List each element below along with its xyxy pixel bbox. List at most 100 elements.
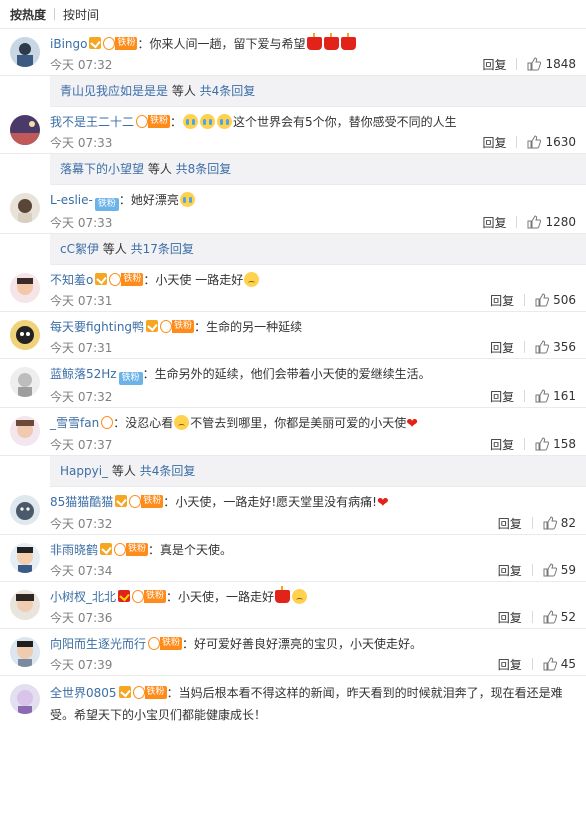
avatar[interactable]: [10, 684, 40, 714]
fan-badge-icon: 铁粉: [109, 273, 144, 286]
comment-separator: ：: [170, 115, 183, 129]
reply-button[interactable]: 回复: [490, 436, 514, 453]
sub-reply-summary[interactable]: 落幕下的小望望 等人 共8条回复: [50, 154, 586, 185]
username[interactable]: _雪雪fan: [50, 416, 99, 430]
like-button[interactable]: 161: [535, 389, 576, 403]
like-count: 158: [553, 437, 576, 451]
sub-reply-mid: 等人: [108, 464, 140, 478]
like-count: 1848: [545, 57, 576, 71]
comment-time: 今天 07:31: [50, 340, 113, 355]
like-count: 45: [560, 657, 576, 671]
avatar[interactable]: [10, 637, 40, 667]
avatar[interactable]: [10, 115, 40, 145]
like-button[interactable]: 1280: [527, 215, 576, 229]
reply-button[interactable]: 回复: [498, 562, 522, 579]
fan-badge-label: 铁粉: [144, 686, 167, 699]
like-button[interactable]: 45: [543, 657, 576, 671]
fan-badge-label: 铁粉: [144, 590, 167, 603]
avatar[interactable]: [10, 416, 40, 446]
sub-reply-summary[interactable]: cC絮伊 等人 共17条回复: [50, 234, 586, 265]
sub-reply-user[interactable]: 青山见我应如是是是: [60, 84, 168, 98]
username[interactable]: 全世界0805: [50, 686, 117, 700]
sub-reply-count-link[interactable]: 共4条回复: [140, 464, 196, 478]
like-button[interactable]: 52: [543, 610, 576, 624]
username[interactable]: 蓝鲸落52Hz: [50, 367, 117, 381]
like-count: 161: [553, 389, 576, 403]
candle-emoji-icon: [275, 586, 291, 603]
like-button[interactable]: 1848: [527, 57, 576, 71]
fan-badge-label: 铁粉: [172, 320, 195, 333]
sub-reply-count-link[interactable]: 共17条回复: [131, 242, 194, 256]
comment-separator: ：: [163, 495, 176, 509]
sub-reply-user[interactable]: 落幕下的小望望: [60, 162, 144, 176]
sub-reply-count-link[interactable]: 共8条回复: [176, 162, 232, 176]
sort-by-time-tab[interactable]: 按时间: [63, 6, 99, 23]
like-button[interactable]: 506: [535, 293, 576, 307]
sub-reply-user[interactable]: cC絮伊: [60, 242, 99, 256]
avatar[interactable]: [10, 193, 40, 223]
username[interactable]: 不知羞o: [50, 273, 93, 287]
like-button[interactable]: 59: [543, 563, 576, 577]
comment-item: 小树杈_北北 铁粉 ：小天使，一路走好 今天 07:36 回复 52: [0, 582, 586, 629]
sub-reply-summary[interactable]: 青山见我应如是是是 等人 共4条回复: [50, 76, 586, 107]
thumbs-up-icon: [527, 57, 542, 71]
comment-text: 小天使，一路走好!愿天堂里没有病痛!: [175, 495, 377, 509]
comment-item: 全世界0805 铁粉 ：当妈后根本看不得这样的新闻，昨天看到的时候就泪奔了，现在看还…: [0, 676, 586, 726]
like-button[interactable]: 82: [543, 516, 576, 530]
reply-button[interactable]: 回复: [498, 609, 522, 626]
sub-reply-user[interactable]: Happyi_: [60, 464, 108, 478]
username[interactable]: 每天要fighting鸭: [50, 320, 144, 334]
comment-time: 今天 07:36: [50, 610, 113, 625]
username[interactable]: 非雨晓鹤: [50, 543, 98, 557]
fan-badge-icon: [101, 416, 114, 429]
avatar[interactable]: [10, 590, 40, 620]
reply-button[interactable]: 回复: [482, 214, 506, 231]
fan-badge-icon: 铁粉: [160, 320, 195, 333]
username[interactable]: L-eslie-: [50, 193, 93, 207]
username[interactable]: iBingo: [50, 37, 87, 51]
reply-button[interactable]: 回复: [490, 388, 514, 405]
like-button[interactable]: 1630: [527, 135, 576, 149]
username[interactable]: 向阳而生逐光而行: [50, 637, 146, 651]
action-divider: [516, 216, 518, 228]
action-divider: [516, 136, 518, 148]
comment-item: 我不是王二十二 铁粉： 这个世界会有5个你，替你感受不同的人生 今天 07:33 回…: [0, 107, 586, 154]
sort-by-hot-tab[interactable]: 按热度: [10, 6, 46, 23]
fan-badge-label: 铁粉: [115, 37, 138, 50]
comment-time: 今天 07:33: [50, 215, 113, 230]
avatar[interactable]: [10, 320, 40, 350]
verified-gold-icon: [89, 37, 102, 49]
reply-button[interactable]: 回复: [498, 515, 522, 532]
comment-item: 非雨晓鹤 铁粉 ：真是个天使。 今天 07:34 回复 59: [0, 535, 586, 582]
reply-button[interactable]: 回复: [482, 134, 506, 151]
avatar[interactable]: [10, 543, 40, 573]
comment-time: 今天 07:39: [50, 657, 113, 672]
fan-badge-icon: 铁粉: [129, 495, 164, 508]
comment-item: L-eslie- 铁粉 ：她好漂亮 今天 07:33 回复 1280: [0, 185, 586, 234]
avatar[interactable]: [10, 495, 40, 525]
reply-button[interactable]: 回复: [498, 656, 522, 673]
heart-icon: ❤: [406, 416, 418, 432]
fan-badge-icon: 铁粉: [148, 637, 183, 650]
username[interactable]: 小树杈_北北: [50, 590, 116, 604]
like-button[interactable]: 158: [535, 437, 576, 451]
action-divider: [531, 564, 533, 576]
thumbs-up-icon: [535, 389, 550, 403]
reply-button[interactable]: 回复: [490, 339, 514, 356]
fan-badge-icon: 铁粉: [136, 115, 171, 128]
username[interactable]: 85猫猫酷猫: [50, 495, 113, 509]
sub-reply-summary[interactable]: Happyi_ 等人 共4条回复: [50, 456, 586, 487]
sub-reply-count-link[interactable]: 共4条回复: [200, 84, 256, 98]
comment-text: 真是个天使。: [160, 543, 233, 557]
avatar[interactable]: [10, 273, 40, 303]
fan-badge-icon: 铁粉: [114, 543, 149, 556]
reply-button[interactable]: 回复: [490, 292, 514, 309]
like-count: 506: [553, 293, 576, 307]
username[interactable]: 我不是王二十二: [50, 115, 134, 129]
like-button[interactable]: 356: [535, 340, 576, 354]
avatar[interactable]: [10, 367, 40, 397]
fan-badge-label: 铁粉: [121, 273, 144, 286]
avatar[interactable]: [10, 37, 40, 67]
comment-separator: ：: [142, 367, 155, 381]
reply-button[interactable]: 回复: [482, 56, 506, 73]
